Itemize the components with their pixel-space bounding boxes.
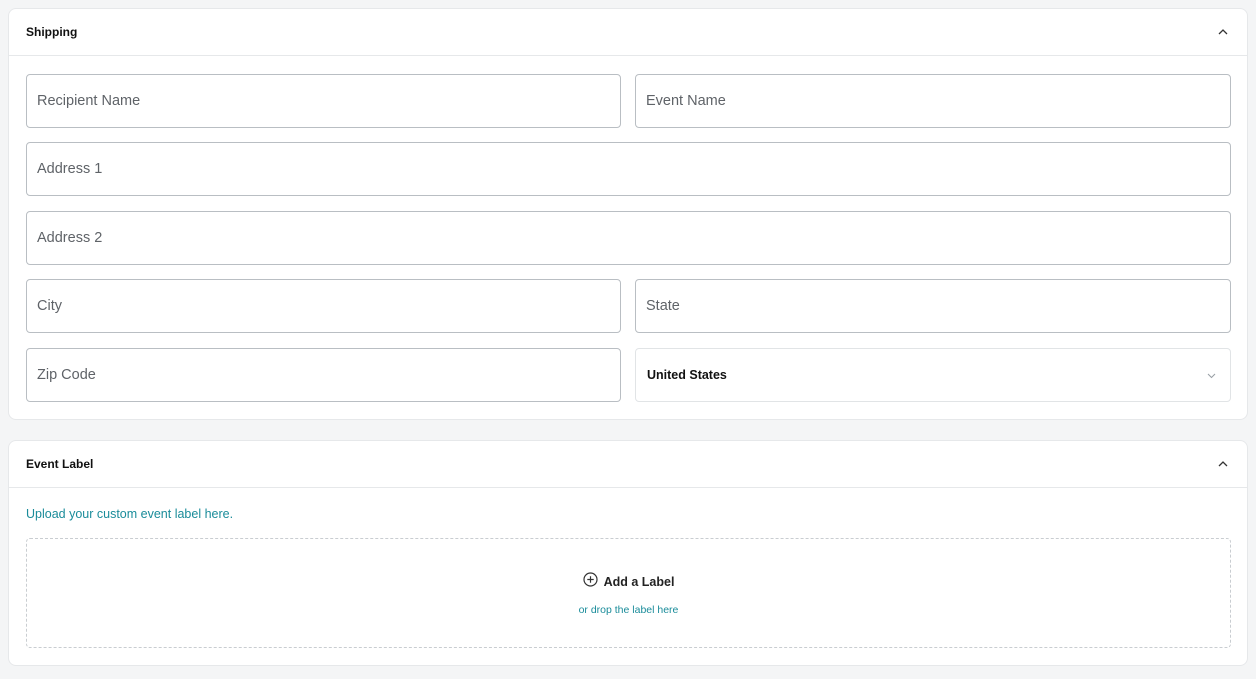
event-label-card: Event Label Upload your custom event lab…: [8, 440, 1248, 666]
country-select-value: United States: [647, 368, 727, 382]
event-name-field[interactable]: [635, 74, 1231, 128]
shipping-header[interactable]: Shipping: [9, 9, 1247, 56]
state-field[interactable]: [635, 279, 1231, 333]
address2-field[interactable]: [26, 211, 1231, 265]
recipient-name-input[interactable]: [27, 75, 620, 127]
city-field[interactable]: [26, 279, 621, 333]
event-label-header[interactable]: Event Label: [9, 441, 1247, 488]
event-label-title: Event Label: [26, 457, 94, 471]
chevron-down-icon: [1207, 366, 1216, 384]
upload-hint: Upload your custom event label here.: [26, 507, 234, 521]
event-name-input[interactable]: [636, 75, 1230, 127]
city-input[interactable]: [27, 280, 620, 332]
shipping-card: Shipping United States: [8, 8, 1248, 420]
chevron-up-icon[interactable]: [1216, 457, 1230, 471]
address1-field[interactable]: [26, 142, 1231, 196]
zip-code-field[interactable]: [26, 348, 621, 402]
add-label-text: Add a Label: [603, 575, 675, 589]
recipient-name-field[interactable]: [26, 74, 621, 128]
address1-input[interactable]: [27, 143, 1230, 195]
chevron-up-icon[interactable]: [1216, 25, 1230, 39]
shipping-title: Shipping: [26, 25, 78, 39]
address2-input[interactable]: [27, 212, 1230, 264]
state-input[interactable]: [636, 280, 1230, 332]
plus-circle-icon: [582, 572, 598, 592]
country-select[interactable]: United States: [635, 348, 1231, 402]
add-label-button[interactable]: Add a Label: [582, 572, 675, 592]
drop-label-text: or drop the label here: [578, 604, 679, 616]
zip-code-input[interactable]: [27, 349, 620, 401]
label-dropzone[interactable]: Add a Label or drop the label here: [26, 538, 1231, 648]
